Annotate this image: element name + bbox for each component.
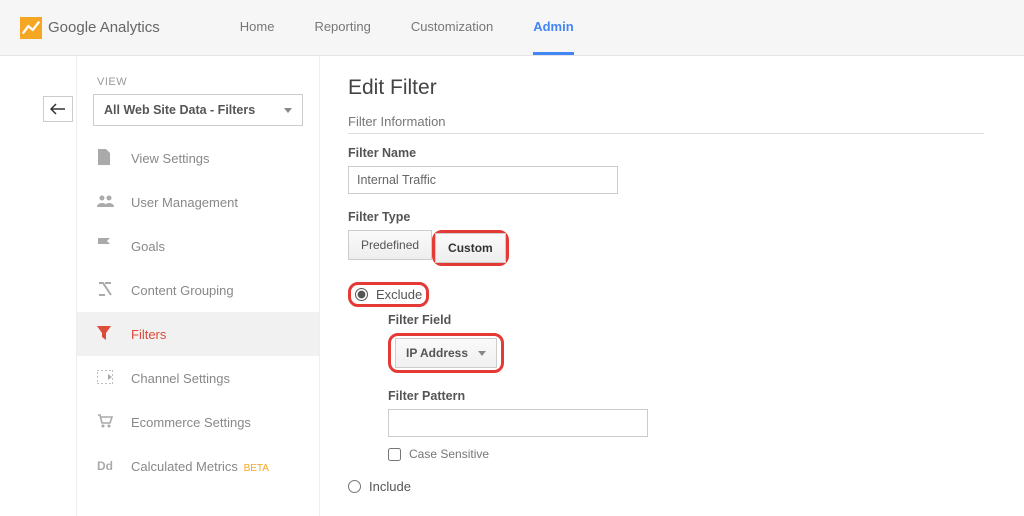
filter-type-label: Filter Type	[348, 210, 984, 224]
sidebar-item-ecommerce-settings[interactable]: Ecommerce Settings	[77, 400, 319, 444]
flag-icon	[97, 237, 115, 256]
sidebar-item-user-management[interactable]: User Management	[77, 180, 319, 224]
page-title: Edit Filter	[348, 76, 984, 100]
back-arrow-icon	[50, 103, 66, 115]
cart-icon	[97, 414, 115, 431]
main-panel: Edit Filter Filter Information Filter Na…	[320, 56, 1024, 516]
sidebar-item-view-settings[interactable]: View Settings	[77, 136, 319, 180]
tab-admin[interactable]: Admin	[533, 0, 573, 55]
filter-pattern-input[interactable]	[388, 409, 648, 437]
content-area: VIEW All Web Site Data - Filters View Se…	[0, 56, 1024, 516]
highlight-exclude: Exclude	[348, 282, 429, 307]
filter-type-custom-button[interactable]: Custom	[435, 233, 506, 263]
include-radio-row[interactable]: Include	[348, 479, 984, 494]
highlight-custom: Custom	[432, 230, 509, 266]
path-icon	[97, 281, 115, 300]
sidebar-item-label: Calculated Metrics BETA	[131, 459, 269, 474]
filter-field-value: IP Address	[406, 346, 468, 360]
product-name: Google Analytics	[48, 19, 160, 36]
view-column-label: VIEW	[97, 76, 319, 88]
ga-logo-icon	[20, 17, 42, 39]
sidebar-item-label: Ecommerce Settings	[131, 415, 251, 430]
chevron-down-icon	[478, 351, 486, 356]
file-icon	[97, 149, 115, 168]
sidebar-item-label: User Management	[131, 195, 238, 210]
sidebar-item-goals[interactable]: Goals	[77, 224, 319, 268]
sidebar-item-label: Goals	[131, 239, 165, 254]
case-sensitive-checkbox[interactable]	[388, 448, 401, 461]
sidebar-item-label: View Settings	[131, 151, 210, 166]
filter-icon	[97, 326, 115, 343]
exclude-radio-row[interactable]: Exclude	[355, 287, 422, 302]
filter-name-label: Filter Name	[348, 146, 984, 160]
view-selected-text: All Web Site Data - Filters	[104, 103, 255, 117]
tab-customization[interactable]: Customization	[411, 0, 493, 55]
view-selector[interactable]: All Web Site Data - Filters	[93, 94, 303, 126]
sidebar-item-content-grouping[interactable]: Content Grouping	[77, 268, 319, 312]
sidebar-nav: View Settings User Management Goals Cont…	[77, 136, 319, 488]
case-sensitive-row[interactable]: Case Sensitive	[388, 447, 984, 461]
back-button[interactable]	[43, 96, 73, 122]
filter-type-toggle: Predefined Custom	[348, 230, 984, 266]
include-radio[interactable]	[348, 480, 361, 493]
tab-reporting[interactable]: Reporting	[314, 0, 370, 55]
filter-field-group: Filter Field IP Address	[388, 313, 984, 373]
tab-home[interactable]: Home	[240, 0, 275, 55]
filter-name-input[interactable]	[348, 166, 618, 194]
sidebar-item-channel-settings[interactable]: Channel Settings	[77, 356, 319, 400]
product-logo: Google Analytics	[20, 17, 160, 39]
sidebar-item-calculated-metrics[interactable]: Dd Calculated Metrics BETA	[77, 444, 319, 488]
case-sensitive-label: Case Sensitive	[409, 447, 489, 461]
filter-type-predefined-button[interactable]: Predefined	[348, 230, 432, 260]
exclude-radio-label: Exclude	[376, 287, 422, 302]
sidebar-item-label: Filters	[131, 327, 166, 342]
filter-pattern-group: Filter Pattern Case Sensitive	[388, 389, 984, 461]
filter-type-group: Filter Type Predefined Custom	[348, 210, 984, 266]
back-column	[0, 56, 76, 516]
filter-field-dropdown[interactable]: IP Address	[395, 338, 497, 368]
highlight-filter-field: IP Address	[388, 333, 504, 373]
include-radio-label: Include	[369, 479, 411, 494]
chevron-down-icon	[284, 108, 292, 113]
users-icon	[97, 195, 115, 210]
filter-pattern-label: Filter Pattern	[388, 389, 984, 403]
dd-icon: Dd	[97, 459, 115, 473]
primary-tabs: Home Reporting Customization Admin	[240, 0, 574, 55]
filter-name-group: Filter Name	[348, 146, 984, 194]
channel-icon	[97, 370, 115, 387]
sidebar-item-filters[interactable]: Filters	[77, 312, 319, 356]
sidebar-container: VIEW All Web Site Data - Filters View Se…	[0, 56, 320, 516]
filter-field-label: Filter Field	[388, 313, 984, 327]
sidebar: VIEW All Web Site Data - Filters View Se…	[76, 56, 319, 516]
sidebar-item-label: Content Grouping	[131, 283, 234, 298]
section-filter-information: Filter Information	[348, 114, 984, 134]
exclude-radio[interactable]	[355, 288, 368, 301]
exclude-block: Exclude Filter Field IP Address Filter P…	[348, 282, 984, 461]
sidebar-item-label: Channel Settings	[131, 371, 230, 386]
top-header: Google Analytics Home Reporting Customiz…	[0, 0, 1024, 56]
